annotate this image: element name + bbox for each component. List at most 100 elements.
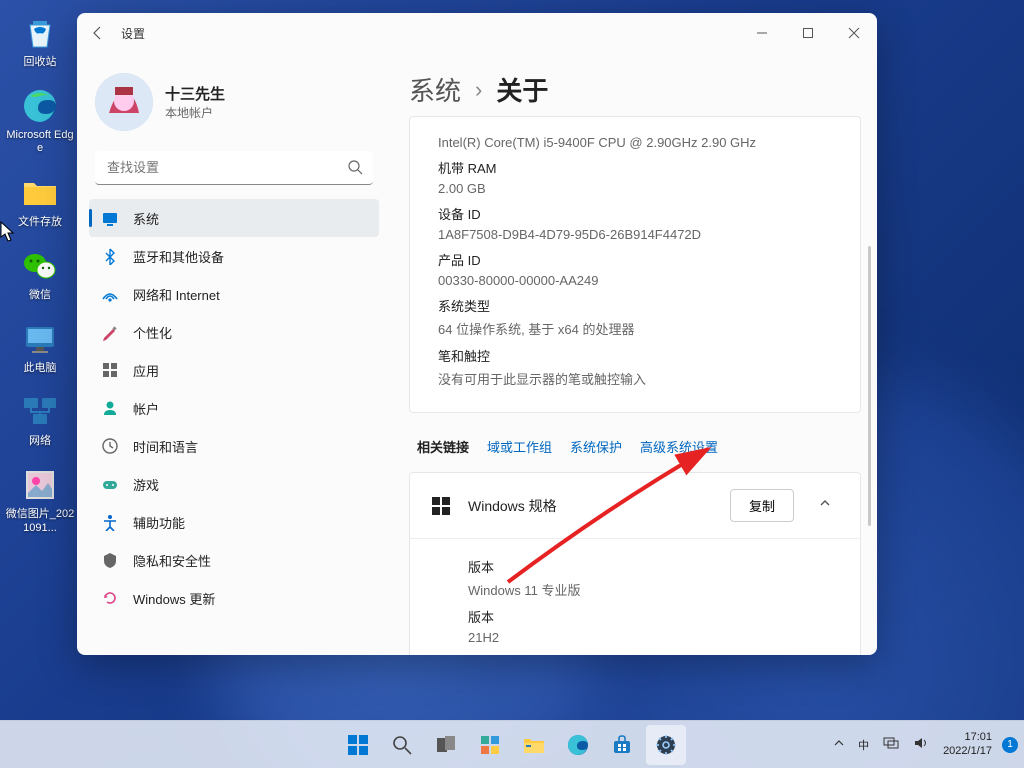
mouse-cursor-icon [0,221,16,243]
desktop-icon-network[interactable]: 网络 [3,387,77,452]
user-name: 十三先生 [165,83,225,104]
desktop-icon-image-file[interactable]: 微信图片_2021091... [3,460,77,538]
taskbar-store[interactable] [602,725,642,765]
breadcrumb: 系统 › 关于 [409,71,873,108]
recycle-bin-icon [19,12,61,54]
copy-button[interactable]: 复制 [730,489,794,522]
tray-show-hidden-icon[interactable] [830,736,848,753]
taskbar-center [338,725,686,765]
tray-ime[interactable]: 中 [854,735,873,755]
taskbar-search-button[interactable] [382,725,422,765]
accounts-icon [101,399,119,417]
breadcrumb-current: 关于 [496,71,548,108]
start-button[interactable] [338,725,378,765]
nav-item-label: 应用 [133,361,159,380]
windows-spec-title: Windows 规格 [468,496,714,516]
windows-spec-card: Windows 规格 复制 版本Windows 11 专业版 版本21H2 安装… [409,472,861,655]
maximize-button[interactable] [785,17,831,49]
desktop-icons: 回收站 Microsoft Edge 文件存放 微信 此电脑 网络 微信图片_2… [0,0,80,539]
desktop-icon-wechat[interactable]: 微信 [3,241,77,306]
spec-productid-value: 00330-80000-00000-AA249 [438,273,832,288]
nav-item-privacy[interactable]: 隐私和安全性 [89,541,379,579]
sidebar: 十三先生 本地帐户 系统蓝牙和其他设备网络和 Internet个性化应用帐户时间… [77,53,385,655]
spec-systype-label: 系统类型 [438,296,832,315]
user-profile[interactable]: 十三先生 本地帐户 [89,65,379,147]
search-input[interactable] [95,151,373,185]
back-button[interactable] [89,24,107,42]
nav-item-label: 隐私和安全性 [133,551,211,570]
taskbar-settings[interactable] [646,725,686,765]
content-area: 系统 › 关于 Intel(R) Core(TM) i5-9400F CPU @… [385,53,877,655]
link-domain-workgroup[interactable]: 域或工作组 [487,437,552,456]
settings-window: 设置 十三先生 本地帐户 系统蓝牙和其他设备网络和 Internet个性化应用帐… [77,13,877,655]
desktop-icon-recycle-bin[interactable]: 回收站 [3,8,77,73]
chevron-right-icon: › [475,77,482,103]
bluetooth-icon [101,247,119,265]
tray-volume-icon[interactable] [909,734,933,755]
taskbar-edge[interactable] [558,725,598,765]
minimize-button[interactable] [739,17,785,49]
nav-item-accounts[interactable]: 帐户 [89,389,379,427]
desktop-icon-label: 微信图片_2021091... [4,508,76,534]
tray-network-icon[interactable] [879,734,903,755]
nav-item-label: 时间和语言 [133,437,198,456]
nav-item-accessibility[interactable]: 辅助功能 [89,503,379,541]
avatar [95,73,153,131]
nav-item-label: 游戏 [133,475,159,494]
spec-deviceid-label: 设备 ID [438,204,832,223]
winspec-install-label: 安装日期 [468,653,832,655]
nav-item-label: 帐户 [133,399,159,418]
nav-item-label: Windows 更新 [133,589,215,608]
tray-notification-badge[interactable]: 1 [1002,737,1018,753]
spec-ram-label: 机带 RAM [438,158,832,177]
nav-item-network[interactable]: 网络和 Internet [89,275,379,313]
winspec-version-value: 21H2 [468,630,832,645]
breadcrumb-root[interactable]: 系统 [409,71,461,108]
nav-item-bluetooth[interactable]: 蓝牙和其他设备 [89,237,379,275]
privacy-icon [101,551,119,569]
update-icon [101,589,119,607]
desktop-icon-this-pc[interactable]: 此电脑 [3,314,77,379]
scrollbar[interactable] [868,246,871,526]
spec-pen-label: 笔和触控 [438,346,832,365]
window-title: 设置 [121,25,145,42]
link-system-protection[interactable]: 系统保护 [570,437,622,456]
nav-item-apps[interactable]: 应用 [89,351,379,389]
spec-pen-value: 没有可用于此显示器的笔或触控输入 [438,369,832,388]
nav-item-personalize[interactable]: 个性化 [89,313,379,351]
system-tray: 中 17:01 2022/1/17 1 [830,729,1018,759]
close-button[interactable] [831,17,877,49]
taskbar-explorer[interactable] [514,725,554,765]
windows-logo-icon [430,495,452,517]
nav-item-system[interactable]: 系统 [89,199,379,237]
nav-item-label: 蓝牙和其他设备 [133,247,224,266]
spec-systype-value: 64 位操作系统, 基于 x64 的处理器 [438,319,832,338]
desktop-icon-label: 网络 [29,435,51,448]
desktop-icon-edge[interactable]: Microsoft Edge [3,81,77,159]
gaming-icon [101,475,119,493]
related-links-title: 相关链接 [417,437,469,456]
tray-clock[interactable]: 17:01 2022/1/17 [939,729,996,759]
winspec-edition-value: Windows 11 专业版 [468,580,832,599]
widgets-button[interactable] [470,725,510,765]
desktop-icon-label: 此电脑 [24,362,57,375]
scroll-area[interactable]: Intel(R) Core(TM) i5-9400F CPU @ 2.90GHz… [409,116,873,655]
tray-time: 17:01 [943,731,992,744]
nav-item-gaming[interactable]: 游戏 [89,465,379,503]
wechat-icon [19,245,61,287]
time-icon [101,437,119,455]
chevron-up-icon[interactable] [810,496,840,515]
nav-list: 系统蓝牙和其他设备网络和 Internet个性化应用帐户时间和语言游戏辅助功能隐… [89,199,379,655]
nav-item-update[interactable]: Windows 更新 [89,579,379,617]
spec-cpu-value: Intel(R) Core(TM) i5-9400F CPU @ 2.90GHz… [438,135,832,150]
titlebar: 设置 [77,13,877,53]
system-icon [101,209,119,227]
edge-icon [19,85,61,127]
nav-item-time[interactable]: 时间和语言 [89,427,379,465]
winspec-edition-label: 版本 [468,557,832,576]
spec-productid-label: 产品 ID [438,250,832,269]
taskbar: 中 17:01 2022/1/17 1 [0,720,1024,768]
link-advanced-system-settings[interactable]: 高级系统设置 [640,437,718,456]
task-view-button[interactable] [426,725,466,765]
network-icon [101,285,119,303]
